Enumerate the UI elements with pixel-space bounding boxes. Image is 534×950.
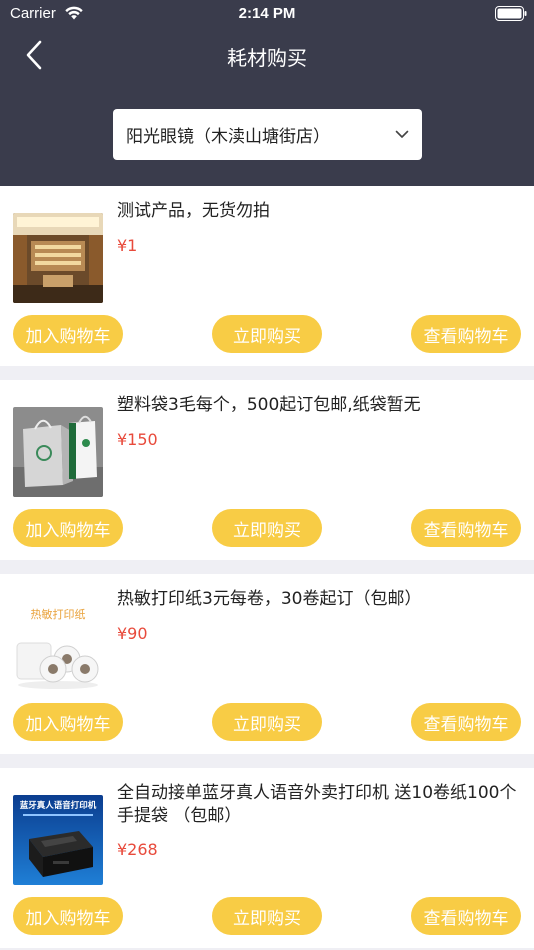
add-to-cart-button[interactable]: 加入购物车	[13, 897, 123, 935]
thumb-label: 热敏打印纸	[31, 607, 86, 621]
product-card: 蓝牙真人语音打印机 全自动接单蓝牙真人语音外卖打印机 送10卷纸100个手提袋 …	[0, 768, 534, 948]
status-bar: Carrier 2:14 PM	[0, 0, 534, 28]
view-cart-button[interactable]: 查看购物车	[411, 897, 521, 935]
product-price: ¥150	[117, 430, 158, 449]
page-title: 耗材购买	[227, 46, 307, 70]
product-image[interactable]	[13, 407, 103, 497]
status-time: 2:14 PM	[238, 5, 296, 22]
thumb-label: 蓝牙真人语音打印机	[20, 800, 97, 811]
product-title: 塑料袋3毛每个，500起订包邮,纸袋暂无	[117, 395, 421, 415]
store-select[interactable]: 阳光眼镜（木渎山塘街店）	[113, 109, 422, 160]
product-card: 测试产品，无货勿拍 ¥1 加入购物车 立即购买 查看购物车	[0, 186, 534, 366]
store-select-value: 阳光眼镜（木渎山塘街店）	[126, 127, 330, 147]
buy-now-button[interactable]: 立即购买	[212, 703, 322, 741]
product-price: ¥268	[117, 840, 158, 859]
product-card: 热敏打印纸 热敏打印纸3元每卷，30卷起订（包邮） ¥90 加入购物车 立即购买…	[0, 574, 534, 754]
product-image[interactable]: 热敏打印纸	[13, 601, 103, 691]
battery-icon	[495, 6, 527, 21]
header: Carrier 2:14 PM 耗材购买 阳光眼镜（木渎山塘街店）	[0, 0, 534, 186]
product-price: ¥1	[117, 236, 138, 255]
add-to-cart-button[interactable]: 加入购物车	[13, 315, 123, 353]
product-image[interactable]	[13, 213, 103, 303]
product-image[interactable]: 蓝牙真人语音打印机	[13, 795, 103, 885]
view-cart-button[interactable]: 查看购物车	[411, 315, 521, 353]
product-card: 塑料袋3毛每个，500起订包邮,纸袋暂无 ¥150 加入购物车 立即购买 查看购…	[0, 380, 534, 560]
buy-now-button[interactable]: 立即购买	[212, 897, 322, 935]
view-cart-button[interactable]: 查看购物车	[411, 703, 521, 741]
add-to-cart-button[interactable]: 加入购物车	[13, 703, 123, 741]
add-to-cart-button[interactable]: 加入购物车	[13, 509, 123, 547]
buy-now-button[interactable]: 立即购买	[212, 315, 322, 353]
chevron-down-icon	[395, 130, 409, 138]
view-cart-button[interactable]: 查看购物车	[411, 509, 521, 547]
product-title: 测试产品，无货勿拍	[117, 201, 270, 221]
buy-now-button[interactable]: 立即购买	[212, 509, 322, 547]
product-price: ¥90	[117, 624, 148, 643]
product-title: 热敏打印纸3元每卷，30卷起订（包邮）	[117, 589, 422, 609]
product-title: 全自动接单蓝牙真人语音外卖打印机 送10卷纸100个手提袋 （包邮）	[117, 783, 517, 826]
